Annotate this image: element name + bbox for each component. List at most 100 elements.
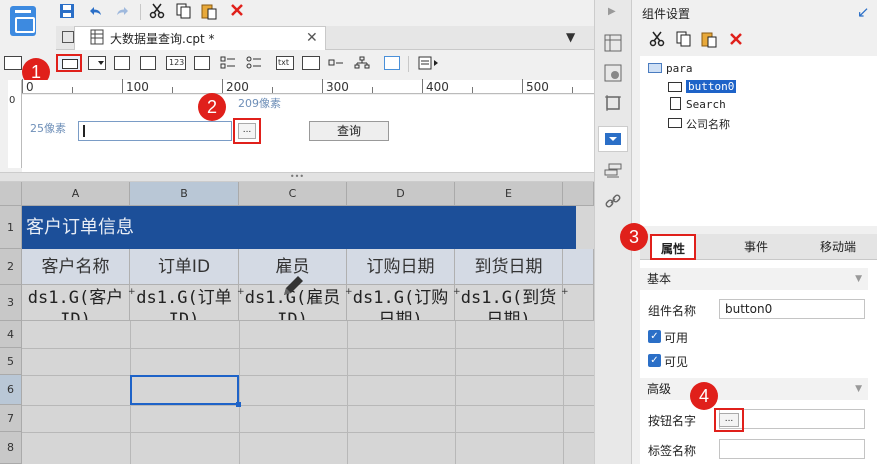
tab-menu-icon[interactable]: ▼ xyxy=(566,30,575,44)
float-element-icon[interactable] xyxy=(604,94,622,112)
ellipsis-label: ... xyxy=(719,413,739,427)
pencil-icon xyxy=(280,273,306,299)
row-header-2[interactable]: 2 xyxy=(0,249,22,285)
tab-events[interactable]: 事件 xyxy=(736,234,776,260)
widget-settings-tab[interactable] xyxy=(598,126,628,152)
enabled-checkbox[interactable]: ✓ xyxy=(648,330,661,343)
tag-name-field[interactable] xyxy=(719,439,865,459)
grid-line xyxy=(239,321,240,464)
copy-icon[interactable] xyxy=(674,30,692,51)
calendar-widget-icon[interactable] xyxy=(140,56,156,70)
tab-mobile[interactable]: 移动端 xyxy=(812,234,864,260)
copy-icon[interactable] xyxy=(172,2,194,22)
paste-icon[interactable] xyxy=(700,30,718,51)
row-header-8[interactable]: 8 xyxy=(0,432,22,464)
redo-icon[interactable] xyxy=(112,2,134,22)
report-file-icon xyxy=(90,29,104,45)
expand-marker: + xyxy=(128,287,136,297)
textarea-widget-icon[interactable] xyxy=(194,56,210,70)
delete-icon[interactable] xyxy=(226,2,248,22)
tree-item-company-name[interactable]: 公司名称 xyxy=(686,116,730,132)
enabled-label: 可用 xyxy=(664,331,689,345)
paste-icon[interactable] xyxy=(198,2,220,22)
row-header-5[interactable]: 5 xyxy=(0,348,22,375)
company-name-input[interactable] xyxy=(78,121,232,141)
row-header-1[interactable]: 1 xyxy=(0,206,22,249)
data-cell-order-date[interactable]: ds1.G(订购日期) xyxy=(347,285,455,321)
column-header-e[interactable]: E xyxy=(455,182,563,206)
form-sheet-splitter[interactable]: ••• xyxy=(0,172,594,182)
component-name-field[interactable]: button0 xyxy=(719,299,865,319)
header-cell-extra[interactable] xyxy=(563,249,594,285)
tree-item-para[interactable]: para xyxy=(666,62,693,75)
cut-icon[interactable] xyxy=(146,2,168,22)
app-logo-icon[interactable] xyxy=(10,6,36,36)
undo-icon[interactable] xyxy=(84,2,106,22)
ellipsis-button-label: ... xyxy=(238,123,256,139)
radio-group-widget-icon[interactable] xyxy=(246,56,262,70)
sheet-corner[interactable] xyxy=(0,182,22,206)
header-cell-order-id[interactable]: 订单ID xyxy=(130,249,239,285)
textbox-widget-icon[interactable] xyxy=(4,56,22,70)
expand-marker: + xyxy=(453,287,461,297)
ruler-tick: 0 xyxy=(26,80,34,94)
header-cell-order-date[interactable]: 订购日期 xyxy=(347,249,455,285)
data-cell-customer-id[interactable]: ds1.G(客户ID) xyxy=(22,285,130,321)
section-basic[interactable]: 基本 ▼ xyxy=(640,268,868,290)
ruler-tick: 0 xyxy=(9,95,16,106)
selected-cell-b6[interactable] xyxy=(130,375,241,407)
data-cell-order-id[interactable]: ds1.G(订单ID) xyxy=(130,285,239,321)
collapse-arrow-icon[interactable]: ▶ xyxy=(608,6,616,17)
toolbar-divider xyxy=(140,4,141,20)
header-cell-arrival-date[interactable]: 到货日期 xyxy=(455,249,563,285)
visible-checkbox[interactable]: ✓ xyxy=(648,354,661,367)
number-widget-icon[interactable]: 123 xyxy=(166,56,186,70)
checkbox-group-widget-icon[interactable] xyxy=(220,56,236,70)
dropdown-widget-icon[interactable] xyxy=(88,56,106,70)
password-widget-icon[interactable] xyxy=(302,56,320,70)
row-header-7[interactable]: 7 xyxy=(0,405,22,432)
grid-icon[interactable] xyxy=(62,31,74,43)
pin-arrow-icon[interactable]: ↙ xyxy=(857,3,870,21)
cell-attribute-icon[interactable] xyxy=(604,64,622,82)
widget-tree[interactable]: para button0 Search 公司名称 xyxy=(640,56,877,226)
more-widgets-icon[interactable] xyxy=(418,56,438,70)
grid-line xyxy=(22,375,594,376)
hyperlink-icon[interactable] xyxy=(604,192,622,210)
grid-line xyxy=(22,432,594,433)
button-name-ellipsis-button[interactable]: ... xyxy=(714,408,744,432)
save-icon[interactable] xyxy=(56,2,78,22)
row-header-4[interactable]: 4 xyxy=(0,321,22,348)
column-header-c[interactable]: C xyxy=(239,182,347,206)
ellipsis-button-widget[interactable]: ... xyxy=(233,118,261,144)
cell-element-icon[interactable] xyxy=(604,34,622,52)
checkbox-widget-icon[interactable] xyxy=(328,56,344,70)
tree-widget-icon[interactable] xyxy=(354,56,370,70)
button-widget-icon[interactable] xyxy=(56,54,82,72)
tab-properties[interactable]: 属性 xyxy=(650,234,696,260)
section-advanced[interactable]: 高级 ▼ xyxy=(640,378,868,400)
date-widget-icon[interactable] xyxy=(114,56,130,70)
report-title-cell[interactable]: 客户订单信息 xyxy=(22,206,576,249)
condition-attribute-icon[interactable] xyxy=(604,162,622,180)
tree-item-search[interactable]: Search xyxy=(686,98,726,111)
row-header-6[interactable]: 6 xyxy=(0,375,22,405)
grid-line xyxy=(22,348,594,349)
column-header-f[interactable] xyxy=(563,182,594,206)
data-cell-arrival-date[interactable]: ds1.G(到货日期) xyxy=(455,285,563,321)
tree-item-button0[interactable]: button0 xyxy=(686,80,737,93)
header-cell-customer-name[interactable]: 客户名称 xyxy=(22,249,130,285)
report-sheet[interactable]: A B C D E 1 2 3 4 5 6 7 8 客户订单信息 客户名称 订单… xyxy=(0,182,594,464)
column-header-b[interactable]: B xyxy=(130,182,239,206)
close-icon[interactable]: ✕ xyxy=(306,30,318,46)
step-badge-3: 3 xyxy=(620,223,648,251)
table-tree-widget-icon[interactable] xyxy=(384,56,400,70)
ruler-mark xyxy=(72,87,73,93)
column-header-d[interactable]: D xyxy=(347,182,455,206)
label-widget-icon[interactable]: txt xyxy=(276,56,294,70)
row-header-3[interactable]: 3 xyxy=(0,285,22,321)
query-button[interactable]: 查询 xyxy=(309,121,389,141)
cut-icon[interactable] xyxy=(648,30,666,51)
delete-icon[interactable] xyxy=(728,31,744,50)
column-header-a[interactable]: A xyxy=(22,182,130,206)
